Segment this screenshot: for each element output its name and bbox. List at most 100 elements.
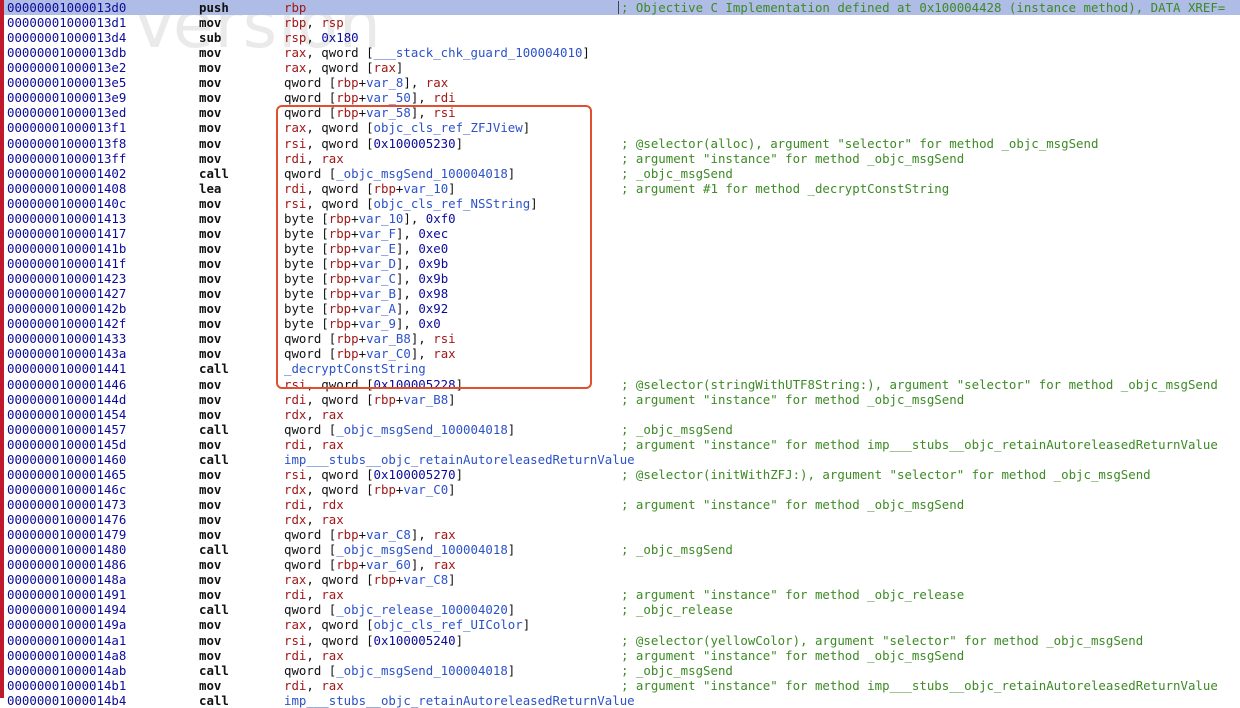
register-token[interactable]: rbp: [329, 256, 351, 271]
symbol-token[interactable]: _objc_msgSend_100004018: [336, 542, 508, 557]
instruction-address[interactable]: 0000000100001446: [7, 377, 126, 392]
register-token[interactable]: rdi: [284, 181, 306, 196]
register-token[interactable]: rax: [426, 75, 448, 90]
symbol-token[interactable]: var_A: [359, 301, 396, 316]
instruction-row[interactable]: 0000000100001441 call _decryptConstString: [0, 361, 1240, 376]
symbol-token[interactable]: imp___stubs__objc_retainAutoreleasedRetu…: [284, 452, 635, 467]
symbol-token[interactable]: _objc_msgSend_100004018: [336, 166, 508, 181]
register-token[interactable]: rbp: [329, 226, 351, 241]
instruction-address[interactable]: 000000010000145d: [7, 437, 126, 452]
register-token[interactable]: rsi: [433, 105, 455, 120]
instruction-row[interactable]: 0000000100001446 mov rsi, qword [0x1000052…: [0, 377, 1240, 392]
instruction-row[interactable]: 0000000100001480 call qword [_objc_msgSend…: [0, 542, 1240, 557]
symbol-token[interactable]: var_8: [366, 75, 403, 90]
instruction-address[interactable]: 0000000100001427: [7, 286, 126, 301]
instruction-row[interactable]: 00000001000013f1 mov rax, qword [objc_cls_…: [0, 120, 1240, 135]
instruction-address[interactable]: 0000000100001491: [7, 587, 126, 602]
register-token[interactable]: rbp: [336, 346, 358, 361]
register-token[interactable]: rbp: [329, 211, 351, 226]
register-token[interactable]: rax: [284, 120, 306, 135]
register-token[interactable]: rax: [321, 648, 343, 663]
symbol-token[interactable]: objc_cls_ref_UIColor: [374, 617, 523, 632]
instruction-row[interactable]: 0000000100001473 mov rdi, rdx ; argument "i…: [0, 497, 1240, 512]
instruction-address[interactable]: 0000000100001402: [7, 166, 126, 181]
instruction-row[interactable]: 00000001000013f8 mov rsi, qword [0x1000052…: [0, 136, 1240, 151]
symbol-token[interactable]: var_E: [359, 241, 396, 256]
instruction-row[interactable]: 0000000100001413 mov byte [rbp+var_10], 0x…: [0, 211, 1240, 226]
instruction-address[interactable]: 00000001000014ab: [7, 663, 126, 678]
register-token[interactable]: rax: [374, 60, 396, 75]
register-token[interactable]: rsi: [284, 377, 306, 392]
instruction-row[interactable]: 0000000100001457 call qword [_objc_msgSend…: [0, 422, 1240, 437]
instruction-address[interactable]: 00000001000013d1: [7, 15, 126, 30]
symbol-token[interactable]: var_60: [366, 557, 411, 572]
instruction-address[interactable]: 00000001000014b4: [7, 693, 126, 708]
symbol-token[interactable]: ___stack_chk_guard_100004010: [374, 45, 583, 60]
instruction-row[interactable]: 0000000100001433 mov qword [rbp+var_B8], r…: [0, 331, 1240, 346]
instruction-row[interactable]: 0000000100001479 mov qword [rbp+var_C8], r…: [0, 527, 1240, 542]
symbol-token[interactable]: var_C: [359, 271, 396, 286]
symbol-token[interactable]: var_B: [359, 286, 396, 301]
register-token[interactable]: rbp: [336, 331, 358, 346]
register-token[interactable]: rbp: [374, 181, 396, 196]
instruction-address[interactable]: 000000010000140c: [7, 196, 126, 211]
instruction-address[interactable]: 0000000100001479: [7, 527, 126, 542]
register-token[interactable]: rdi: [284, 151, 306, 166]
register-token[interactable]: rbp: [329, 286, 351, 301]
instruction-address[interactable]: 0000000100001423: [7, 271, 126, 286]
register-token[interactable]: rax: [321, 587, 343, 602]
instruction-address[interactable]: 000000010000141b: [7, 241, 126, 256]
disassembly-view[interactable]: Version 00000001000013d0 push rbp; Objecti…: [0, 0, 1240, 708]
register-token[interactable]: rsp: [284, 30, 306, 45]
register-token[interactable]: rsi: [284, 136, 306, 151]
instruction-row[interactable]: 00000001000013d0 push rbp ; Objective C Imp…: [0, 0, 1240, 15]
register-token[interactable]: rdi: [284, 392, 306, 407]
instruction-row[interactable]: 00000001000013db mov rax, qword [___stack_…: [0, 45, 1240, 60]
instruction-address[interactable]: 000000010000143a: [7, 346, 126, 361]
instruction-row[interactable]: 00000001000014b4 call imp___stubs__objc_re…: [0, 693, 1240, 708]
register-token[interactable]: rsp: [321, 15, 343, 30]
register-token[interactable]: rdx: [284, 512, 306, 527]
symbol-token[interactable]: var_10: [359, 211, 404, 226]
register-token[interactable]: rax: [321, 678, 343, 693]
symbol-token[interactable]: var_B8: [366, 331, 411, 346]
symbol-token[interactable]: var_50: [366, 90, 411, 105]
instruction-address[interactable]: 00000001000013ff: [7, 151, 126, 166]
register-token[interactable]: rdx: [321, 497, 343, 512]
symbol-token[interactable]: var_C8: [366, 527, 411, 542]
register-token[interactable]: rsi: [284, 633, 306, 648]
register-token[interactable]: rdi: [284, 497, 306, 512]
symbol-token[interactable]: var_C0: [366, 346, 411, 361]
instruction-address[interactable]: 0000000100001494: [7, 602, 126, 617]
instruction-address[interactable]: 00000001000013e2: [7, 60, 126, 75]
register-token[interactable]: rax: [284, 60, 306, 75]
instruction-row[interactable]: 000000010000142b mov byte [rbp+var_A], 0x9…: [0, 301, 1240, 316]
instruction-row[interactable]: 000000010000141b mov byte [rbp+var_E], 0xe…: [0, 241, 1240, 256]
instruction-row[interactable]: 000000010000144d mov rdi, qword [rbp+var_B…: [0, 392, 1240, 407]
instruction-row[interactable]: 0000000100001402 call qword [_objc_msgSend…: [0, 166, 1240, 181]
instruction-address[interactable]: 0000000100001408: [7, 181, 126, 196]
instruction-address[interactable]: 0000000100001457: [7, 422, 126, 437]
instruction-row[interactable]: 00000001000013d4 sub rsp, 0x180: [0, 30, 1240, 45]
instruction-address[interactable]: 00000001000013f8: [7, 136, 126, 151]
instruction-address[interactable]: 0000000100001480: [7, 542, 126, 557]
instruction-address[interactable]: 000000010000144d: [7, 392, 126, 407]
instruction-address[interactable]: 0000000100001413: [7, 211, 126, 226]
instruction-address[interactable]: 0000000100001454: [7, 407, 126, 422]
register-token[interactable]: rax: [284, 617, 306, 632]
instruction-row[interactable]: 0000000100001427 mov byte [rbp+var_B], 0x9…: [0, 286, 1240, 301]
instruction-address[interactable]: 0000000100001486: [7, 557, 126, 572]
instruction-row[interactable]: 00000001000014a8 mov rdi, rax ; argument "i…: [0, 648, 1240, 663]
instruction-row[interactable]: 0000000100001454 mov rdx, rax: [0, 407, 1240, 422]
instruction-row[interactable]: 0000000100001486 mov qword [rbp+var_60], r…: [0, 557, 1240, 572]
instruction-row[interactable]: 000000010000141f mov byte [rbp+var_D], 0x9…: [0, 256, 1240, 271]
instruction-address[interactable]: 00000001000013d4: [7, 30, 126, 45]
register-token[interactable]: rbp: [374, 572, 396, 587]
register-token[interactable]: rsi: [284, 467, 306, 482]
instruction-row[interactable]: 000000010000146c mov rdx, qword [rbp+var_C…: [0, 482, 1240, 497]
register-token[interactable]: rbp: [329, 316, 351, 331]
instruction-address[interactable]: 00000001000014a8: [7, 648, 126, 663]
register-token[interactable]: rax: [284, 45, 306, 60]
instruction-row[interactable]: 00000001000013e9 mov qword [rbp+var_50], r…: [0, 90, 1240, 105]
symbol-token[interactable]: var_C0: [403, 482, 448, 497]
